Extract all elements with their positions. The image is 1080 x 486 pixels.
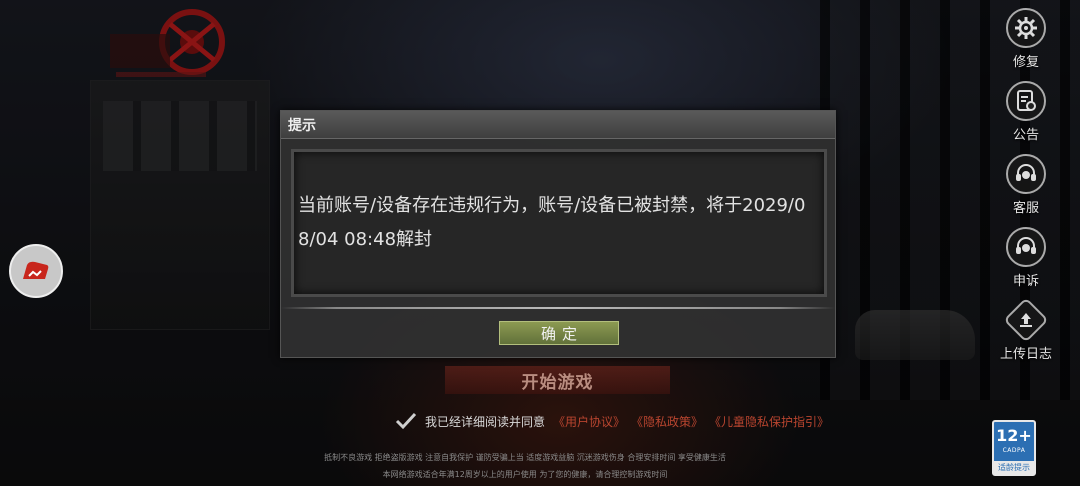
- menu-label-repair: 修复: [1012, 55, 1039, 70]
- confirm-button[interactable]: 确定: [499, 321, 619, 345]
- age-rating-caption: 适龄提示: [994, 461, 1034, 474]
- side-menu: 修复 公告 客服 申诉 上传日志: [994, 8, 1058, 373]
- agreement-row: 我已经详细阅读并同意 《用户协议》 《隐私政策》 《儿童隐私保护指引》: [395, 410, 835, 432]
- start-game-button[interactable]: 开始游戏: [445, 366, 670, 394]
- menu-item-upload-log[interactable]: 上传日志: [994, 297, 1058, 362]
- age-rating-badge[interactable]: 12+ CADPA 适龄提示: [992, 420, 1036, 476]
- gear-icon: [1006, 8, 1046, 48]
- checkmark-icon: [395, 412, 417, 430]
- child-privacy-link[interactable]: 《儿童隐私保护指引》: [709, 413, 829, 430]
- headset-icon: [1006, 227, 1046, 267]
- agreement-text: 我已经详细阅读并同意: [425, 414, 546, 429]
- menu-item-repair[interactable]: 修复: [994, 8, 1058, 70]
- agreement-checkbox[interactable]: [395, 410, 417, 432]
- notice-icon: [1006, 81, 1046, 121]
- menu-label-customer-service: 客服: [1012, 201, 1039, 216]
- menu-item-customer-service[interactable]: 客服: [994, 154, 1058, 216]
- dialog-title: 提示: [288, 118, 316, 134]
- menu-label-notice: 公告: [1012, 128, 1039, 143]
- age-rating-value: 12+: [996, 426, 1032, 445]
- privacy-policy-link[interactable]: 《隐私政策》: [631, 413, 703, 430]
- game-logo: [110, 4, 240, 94]
- menu-label-appeal: 申诉: [1012, 274, 1039, 289]
- age-rating-brand: CADPA: [1002, 447, 1026, 454]
- menu-label-upload-log: 上传日志: [999, 347, 1052, 362]
- headset-icon: [1006, 154, 1046, 194]
- dialog-titlebar: 提示: [281, 111, 835, 139]
- dialog-body: 当前账号/设备存在违规行为，账号/设备已被封禁，将于2029/08/04 08:…: [291, 149, 827, 297]
- dialog-message: 当前账号/设备存在违规行为，账号/设备已被封禁，将于2029/08/04 08:…: [298, 195, 806, 250]
- dialog-divider: [281, 307, 835, 309]
- upload-icon: [1003, 297, 1049, 343]
- menu-item-appeal[interactable]: 申诉: [994, 227, 1058, 289]
- user-agreement-link[interactable]: 《用户协议》: [553, 413, 625, 430]
- menu-item-notice[interactable]: 公告: [994, 81, 1058, 143]
- health-advisory-line-2: 本网络游戏适合年满12周岁以上的用户使用 为了您的健康，请合理控制游戏时间: [382, 470, 668, 479]
- ban-notice-dialog: 提示 当前账号/设备存在违规行为，账号/设备已被封禁，将于2029/08/04 …: [280, 110, 836, 358]
- health-advisory-line-1: 抵制不良游戏 拒绝盗版游戏 注意自我保护 谨防受骗上当 适度游戏益脑 沉迷游戏伤…: [324, 453, 726, 462]
- floating-assistant-button[interactable]: [9, 244, 63, 298]
- assistant-icon: [23, 261, 49, 279]
